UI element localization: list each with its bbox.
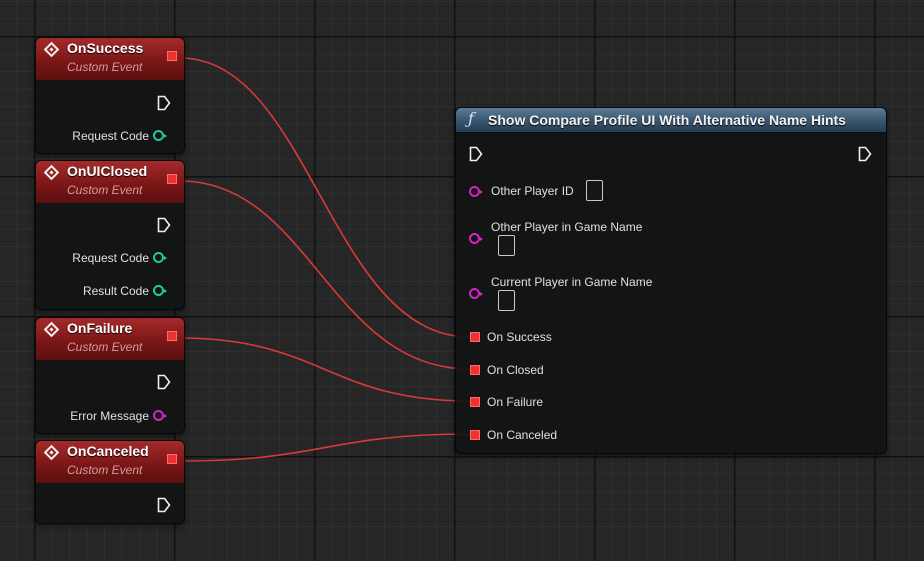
event-node-onuiclosed[interactable]: OnUIClosed Custom Event Request Code Res… [35,160,185,310]
other-player-name-input[interactable] [498,235,515,256]
event-header[interactable]: OnSuccess Custom Event [36,38,184,80]
delegate-label-on-closed: On Closed [487,363,544,377]
exec-out-pin-icon[interactable] [858,146,872,162]
event-header[interactable]: OnUIClosed Custom Event [36,161,184,203]
wire-onsuccess [179,57,471,338]
current-player-name-input[interactable] [498,290,515,311]
delegate-label-on-success: On Success [487,330,552,344]
event-title: OnSuccess [67,40,144,56]
function-header[interactable]: ƒ Show Compare Profile UI With Alternati… [456,108,886,133]
string-pin-icon[interactable] [469,288,483,299]
string-pin-icon[interactable] [153,410,167,421]
event-diamond-icon [43,321,60,338]
event-node-onsuccess[interactable]: OnSuccess Custom Event Request Code [35,37,185,154]
int-pin-icon[interactable] [153,130,167,141]
event-subtitle: Custom Event [67,463,143,477]
event-subtitle: Custom Event [67,60,143,74]
event-header[interactable]: OnCanceled Custom Event [36,441,184,483]
event-title: OnCanceled [67,443,149,459]
event-title: OnFailure [67,320,133,336]
input-label-other-player-id: Other Player ID [491,184,574,198]
delegate-pin[interactable] [167,174,177,184]
exec-out-pin-icon[interactable] [157,217,171,233]
delegate-pin[interactable] [167,331,177,341]
event-diamond-icon [43,164,60,181]
function-title: Show Compare Profile UI With Alternative… [488,112,846,128]
output-label-error-message: Error Message [70,409,149,423]
function-icon: ƒ [468,109,474,128]
event-diamond-icon [43,444,60,461]
input-label-other-player-name: Other Player in Game Name [491,220,643,234]
exec-out-pin-icon[interactable] [157,497,171,513]
delegate-pin-on-success[interactable] [470,332,480,342]
delegate-label-on-canceled: On Canceled [487,428,558,442]
wire-onclosed [179,180,471,370]
exec-out-pin-icon[interactable] [157,374,171,390]
output-label-result-code: Result Code [82,284,149,298]
event-subtitle: Custom Event [67,183,143,197]
string-pin-icon[interactable] [469,233,483,244]
delegate-pin-on-closed[interactable] [470,365,480,375]
wire-onfailure [179,337,471,402]
delegate-label-on-failure: On Failure [487,395,544,409]
output-label-request-code: Request Code [72,129,149,143]
string-pin-icon[interactable] [469,186,483,197]
exec-out-pin-icon[interactable] [157,95,171,111]
event-title: OnUIClosed [67,163,148,179]
event-diamond-icon [43,41,60,58]
event-subtitle: Custom Event [67,340,143,354]
input-label-current-player-name: Current Player in Game Name [491,275,653,289]
delegate-pin[interactable] [167,51,177,61]
exec-in-pin-icon[interactable] [469,146,483,162]
event-node-onfailure[interactable]: OnFailure Custom Event Error Message [35,317,185,434]
wire-oncanceled [181,433,471,462]
output-label-request-code: Request Code [72,251,149,265]
int-pin-icon[interactable] [153,285,167,296]
event-node-oncanceled[interactable]: OnCanceled Custom Event [35,440,185,524]
event-header[interactable]: OnFailure Custom Event [36,318,184,360]
delegate-pin-on-canceled[interactable] [470,430,480,440]
delegate-pin-on-failure[interactable] [470,397,480,407]
other-player-id-input[interactable] [586,180,603,201]
function-node[interactable]: ƒ Show Compare Profile UI With Alternati… [455,107,887,454]
delegate-pin[interactable] [167,454,177,464]
int-pin-icon[interactable] [153,252,167,263]
